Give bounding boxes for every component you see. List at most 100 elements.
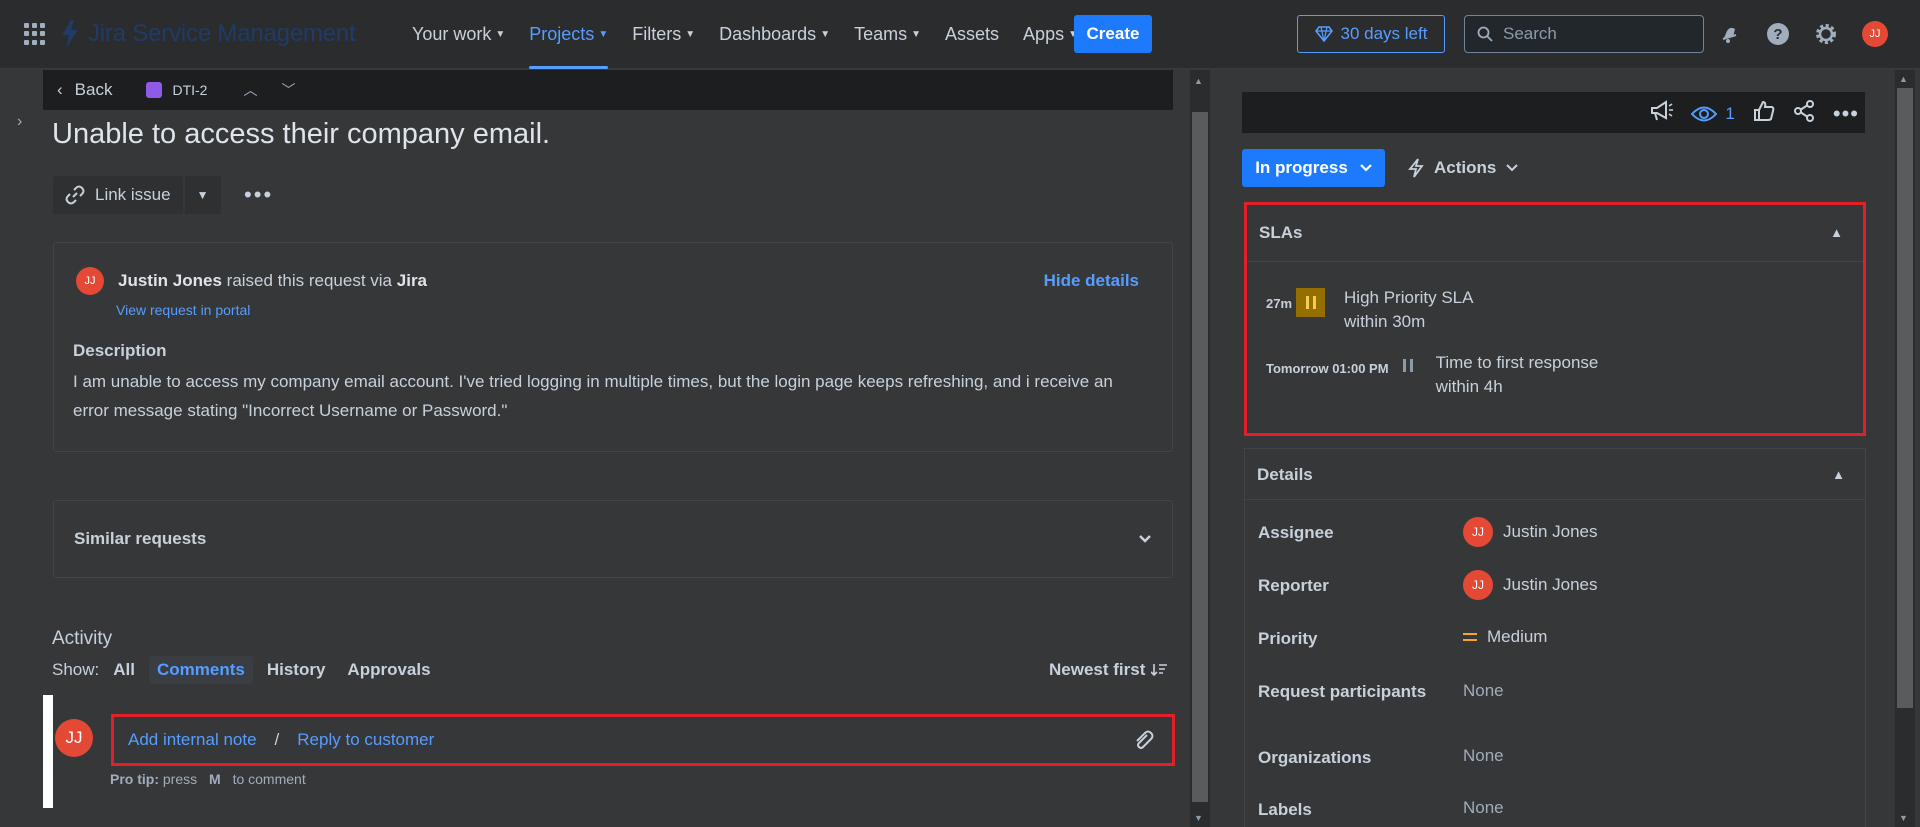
scroll-down-icon[interactable]: ▼ (1899, 813, 1908, 823)
panel-scrollbar[interactable]: ▲ ▼ (1895, 70, 1915, 827)
main-scrollbar[interactable]: ▲ ▼ (1190, 70, 1210, 827)
status-transition-button[interactable]: In progress (1242, 149, 1385, 187)
sla-item: 27m High Priority SLA within 30m (1266, 286, 1473, 334)
jira-logo-icon (62, 20, 78, 48)
expand-sidebar-icon[interactable]: › (17, 113, 22, 131)
filter-comments[interactable]: Comments (148, 656, 253, 684)
attachment-paperclip-icon[interactable] (1132, 729, 1154, 756)
issue-navigation-bar: ‹ Back DTI-2 ︿ ﹀ (43, 70, 1173, 110)
avatar: JJ (1862, 21, 1888, 47)
nav-filters[interactable]: Filters ▼ (620, 0, 707, 69)
sidebar-collapsed (0, 70, 40, 827)
issue-title[interactable]: Unable to access their company email. (52, 118, 550, 151)
filter-history[interactable]: History (259, 656, 334, 684)
chevron-down-icon (1139, 535, 1151, 543)
filter-all[interactable]: All (105, 656, 143, 684)
reporter-label: Reporter (1258, 576, 1329, 595)
priority-medium-icon (1463, 633, 1477, 641)
labels-field[interactable]: None (1463, 798, 1504, 818)
filter-approvals[interactable]: Approvals (339, 656, 438, 684)
sla-target: within 30m (1344, 312, 1426, 331)
watch-button[interactable]: 1 (1691, 104, 1735, 124)
previous-issue-icon[interactable]: ︿ (243, 80, 257, 100)
help-icon[interactable]: ? (1765, 21, 1791, 47)
separator: / (274, 730, 280, 749)
reply-to-customer-button[interactable]: Reply to customer (297, 730, 434, 750)
scroll-up-icon[interactable]: ▲ (1194, 76, 1203, 86)
hide-details-button[interactable]: Hide details (1044, 271, 1139, 291)
lightning-icon (1408, 158, 1424, 178)
divider (1245, 499, 1865, 500)
assignee-field[interactable]: JJ Justin Jones (1463, 517, 1598, 547)
chevron-down-icon (1506, 164, 1519, 172)
top-navigation-bar: Jira Service Management Your work ▼ Proje… (0, 0, 1920, 69)
chevron-down-icon: ▼ (685, 29, 696, 40)
actions-button[interactable]: Actions (1408, 149, 1519, 187)
chevron-down-icon (1360, 164, 1372, 172)
scroll-up-icon[interactable]: ▲ (1899, 74, 1908, 84)
nav-teams[interactable]: Teams ▼ (842, 0, 933, 69)
profile-button[interactable]: JJ (1862, 21, 1888, 47)
notifications-icon[interactable] (1717, 21, 1743, 47)
comment-editor[interactable]: Add internal note / Reply to customer (111, 714, 1175, 766)
app-switcher-icon[interactable] (24, 23, 46, 45)
next-issue-icon[interactable]: ﹀ (281, 80, 295, 100)
description-text[interactable]: I am unable to access my company email a… (73, 367, 1153, 425)
link-issue-button[interactable]: Link issue (53, 176, 183, 214)
more-options-icon[interactable]: ••• (239, 176, 279, 214)
eye-icon (1691, 106, 1718, 121)
comment-focus-marker (43, 695, 53, 808)
nav-projects[interactable]: Projects ▼ (517, 0, 620, 69)
sort-order-button[interactable]: Newest first (1049, 660, 1168, 680)
avatar: JJ (76, 267, 104, 295)
feedback-megaphone-icon[interactable] (1649, 100, 1674, 127)
add-internal-note-button[interactable]: Add internal note (128, 730, 257, 750)
view-in-portal-link[interactable]: View request in portal (116, 302, 250, 318)
trial-badge[interactable]: 30 days left (1297, 15, 1445, 53)
scrollbar-thumb[interactable] (1897, 88, 1913, 708)
create-button[interactable]: Create (1074, 15, 1152, 53)
share-icon[interactable] (1793, 100, 1815, 127)
avatar: JJ (1463, 517, 1493, 547)
show-label: Show: (52, 660, 100, 679)
sla-item: Tomorrow 01:00 PM Time to first response… (1266, 351, 1598, 399)
scroll-down-icon[interactable]: ▼ (1194, 813, 1203, 823)
back-button[interactable]: ‹ Back (57, 80, 112, 100)
slas-heading[interactable]: SLAs (1259, 223, 1302, 243)
organizations-label: Organizations (1258, 748, 1372, 767)
labels-label: Labels (1258, 800, 1312, 819)
reporter-field[interactable]: JJ Justin Jones (1463, 570, 1598, 600)
chevron-left-icon: ‹ (57, 80, 63, 99)
reporter-name[interactable]: Justin Jones (118, 271, 222, 290)
chevron-down-icon: ▼ (911, 29, 922, 40)
product-name: Jira Service Management (88, 20, 356, 47)
search-input[interactable]: Search (1464, 15, 1704, 53)
priority-field[interactable]: Medium (1463, 627, 1547, 647)
activity-heading: Activity (52, 628, 113, 649)
vote-thumbs-up-icon[interactable] (1753, 100, 1775, 127)
collapse-chevron-up-icon[interactable]: ▲ (1830, 225, 1843, 240)
settings-gear-icon[interactable] (1813, 21, 1839, 47)
pro-tip: Pro tip: press M to comment (110, 771, 306, 787)
nav-dashboards[interactable]: Dashboards ▼ (707, 0, 842, 69)
request-details-card: JJ Justin Jones raised this request via … (53, 242, 1173, 452)
sla-paused-icon (1399, 351, 1417, 380)
similar-requests-panel[interactable]: Similar requests (53, 500, 1173, 578)
more-actions-icon[interactable]: ••• (1833, 101, 1859, 127)
link-options-chevron-icon[interactable]: ▼ (184, 176, 221, 214)
scrollbar-thumb[interactable] (1192, 112, 1208, 802)
product-logo[interactable]: Jira Service Management (60, 18, 356, 50)
sla-remaining-time: 27m (1266, 296, 1293, 311)
request-participants-field[interactable]: None (1463, 681, 1504, 701)
nav-your-work[interactable]: Your work ▼ (400, 0, 517, 69)
details-heading[interactable]: Details (1257, 465, 1313, 485)
sla-paused-icon (1296, 288, 1326, 317)
collapse-chevron-up-icon[interactable]: ▲ (1832, 467, 1845, 482)
nav-assets[interactable]: Assets (933, 0, 1011, 69)
sla-name: High Priority SLA (1344, 288, 1474, 307)
svg-text:?: ? (1773, 26, 1782, 43)
sort-icon (1151, 664, 1168, 677)
slas-panel: SLAs ▲ 27m High Priority SLA within 30m … (1244, 202, 1866, 436)
organizations-field[interactable]: None (1463, 746, 1504, 766)
issue-key-link[interactable]: DTI-2 (146, 82, 207, 98)
